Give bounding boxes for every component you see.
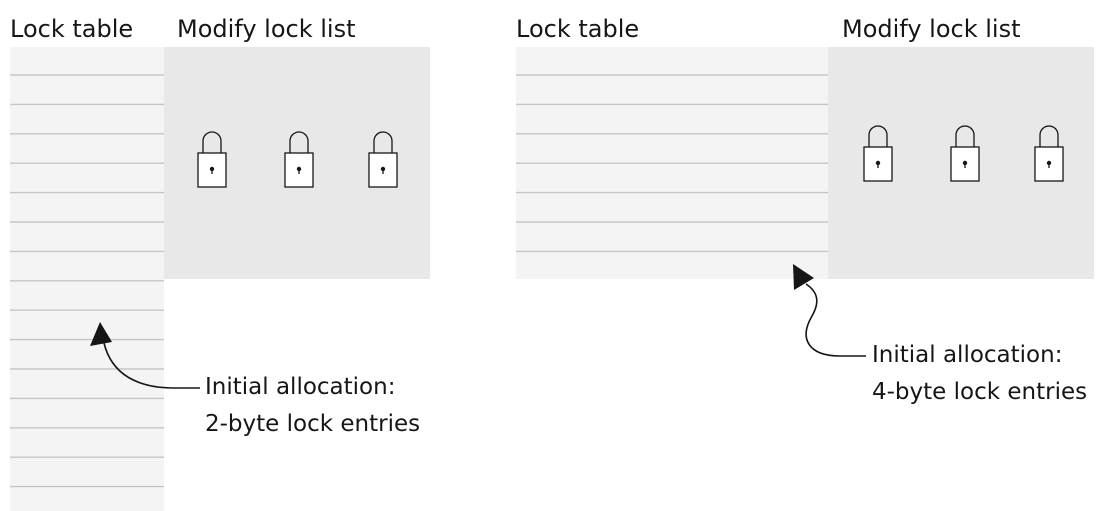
- annotation-line-2: 2-byte lock entries: [205, 411, 420, 437]
- lock-table: [10, 47, 164, 511]
- annotation-line-1: Initial allocation:: [872, 342, 1062, 368]
- lock-table-label: Lock table: [10, 15, 133, 43]
- annotation-line-1: Initial allocation:: [205, 374, 395, 400]
- panel-left: Lock table Modify lock list Initial allo…: [10, 15, 430, 511]
- lock-allocation-diagram: Lock table Modify lock list Initial allo…: [10, 15, 1094, 511]
- modify-lock-list-label: Modify lock list: [842, 15, 1020, 43]
- lock-table-label: Lock table: [516, 15, 639, 43]
- panel-right: Lock table Modify lock list Initial allo…: [516, 15, 1094, 405]
- annotation-line-2: 4-byte lock entries: [872, 379, 1087, 405]
- modify-lock-list-label: Modify lock list: [177, 15, 355, 43]
